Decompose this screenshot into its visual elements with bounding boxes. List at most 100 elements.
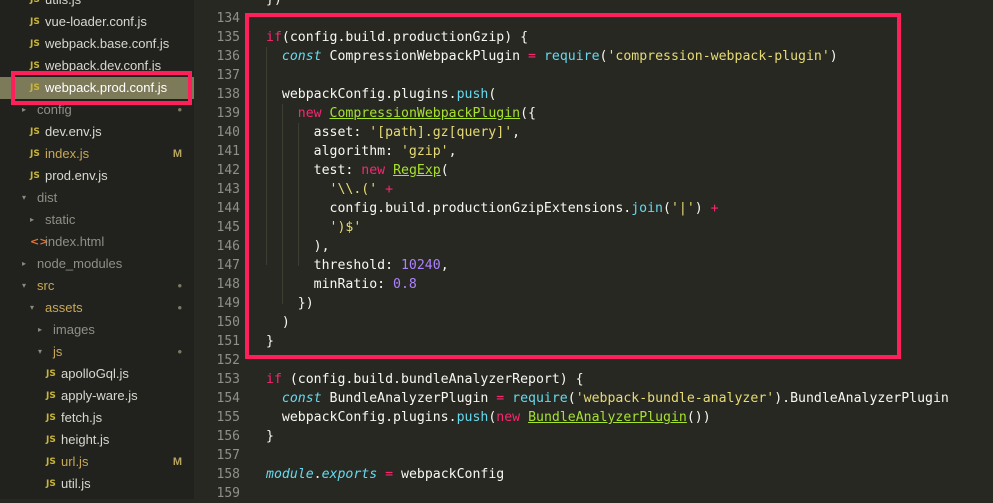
code-token: BundleAnalyzerPlugin <box>528 410 687 425</box>
sidebar-item-label: node_modules <box>37 256 123 271</box>
sidebar-item[interactable]: JS vue-loader.conf.js <box>0 11 194 33</box>
line-number: 147 <box>216 258 240 273</box>
js-file-icon: JS <box>30 17 40 27</box>
modified-dot: • <box>177 344 182 359</box>
code-token: (config.build.bundleAnalyzerReport) { <box>281 372 584 387</box>
js-file-icon: JS <box>46 413 56 423</box>
code-line: webpackConfig.plugins.push(new BundleAna… <box>266 408 711 427</box>
selected-file-highlight <box>11 71 192 105</box>
code-token: exports <box>321 467 378 482</box>
line-number: 139 <box>216 106 240 121</box>
line-number: 159 <box>216 486 240 501</box>
code-token: = <box>385 467 394 482</box>
sidebar-item[interactable]: ▸ node_modules <box>0 253 194 275</box>
sidebar-item-label: util.js <box>61 476 91 491</box>
code-token: } <box>266 429 274 444</box>
sidebar-item[interactable]: JS fetch.js <box>0 407 194 429</box>
line-number: 153 <box>216 372 240 387</box>
line-number: 144 <box>216 201 240 216</box>
sidebar-item[interactable]: JS index.js M <box>0 143 194 165</box>
sidebar-item-label: fetch.js <box>61 410 103 425</box>
line-number: 146 <box>216 239 240 254</box>
folder-expanded-icon: ▾ <box>38 347 43 356</box>
sidebar-item[interactable]: ▸ images <box>0 319 194 341</box>
line-number: 140 <box>216 125 240 140</box>
sidebar-item[interactable]: ▾ js • <box>0 341 194 363</box>
line-number: 145 <box>216 220 240 235</box>
modified-badge: M <box>172 456 182 468</box>
sidebar-item-label: height.js <box>61 432 110 447</box>
code-token: ).BundleAnalyzerPlugin <box>774 391 949 406</box>
modified-dot: • <box>177 300 182 315</box>
sidebar-item-label: src <box>37 278 55 293</box>
sidebar-item[interactable]: JS apply-ware.js <box>0 385 194 407</box>
code-block-highlight <box>245 13 901 359</box>
js-file-icon: JS <box>30 39 40 49</box>
sidebar-item[interactable]: JS url.js M <box>0 451 194 473</box>
sidebar-item[interactable]: ▾ src • <box>0 275 194 297</box>
code-token: module <box>266 467 314 482</box>
line-number: 154 <box>216 391 240 406</box>
sidebar-item-label: utils.js <box>45 0 81 11</box>
code-token: require <box>512 391 568 406</box>
sidebar-item-label: apolloGql.js <box>61 366 129 381</box>
code-token: BundleAnalyzerPlugin <box>321 391 497 406</box>
sidebar-item[interactable]: JS prod.env.js <box>0 165 194 187</box>
code-token: webpackConfig.plugins. <box>266 410 457 425</box>
js-file-icon: JS <box>30 171 40 181</box>
folder-collapsed-icon: ▸ <box>30 215 35 224</box>
line-number: 141 <box>216 144 240 159</box>
sidebar-item-label: index.js <box>45 146 90 161</box>
sidebar-item[interactable]: JS apolloGql.js <box>0 363 194 385</box>
line-number: 149 <box>216 296 240 311</box>
code-line: if (config.build.bundleAnalyzerReport) { <box>266 370 584 389</box>
line-number: 134 <box>216 11 240 26</box>
js-file-icon: JS <box>46 391 56 401</box>
file-tree-sidebar: JS utils.js JS vue-loader.conf.js JS webpack.… <box>0 0 194 499</box>
sidebar-item[interactable]: JS dev.env.js <box>0 121 194 143</box>
line-number: 150 <box>216 315 240 330</box>
modified-dot: • <box>177 278 182 293</box>
line-number: 138 <box>216 87 240 102</box>
sidebar-item-label: static <box>45 212 76 227</box>
modified-badge: M <box>172 148 182 160</box>
sidebar-item-label: apply-ware.js <box>61 388 138 403</box>
code-token: webpackConfig <box>393 467 505 482</box>
js-file-icon: JS <box>46 479 56 489</box>
sidebar-item[interactable]: ▸ static <box>0 209 194 231</box>
line-number: 135 <box>216 30 240 45</box>
line-number-gutter: 134 135 136 137 138 139 140 141 142 143 144 145 146 1… <box>194 0 250 501</box>
code-token: push <box>456 410 489 425</box>
line-number: 143 <box>216 182 240 197</box>
sidebar-item[interactable]: JS height.js <box>0 429 194 451</box>
code-line: module.exports = webpackConfig <box>266 465 504 484</box>
line-number: 158 <box>216 467 240 482</box>
sidebar-item[interactable]: JS util.js <box>0 473 194 495</box>
folder-collapsed-icon: ▸ <box>38 325 43 334</box>
sidebar-item[interactable]: <> index.html <box>0 231 194 253</box>
sidebar-item[interactable]: ▾ dist <box>0 187 194 209</box>
code-line: } <box>266 427 274 446</box>
line-number: 137 <box>216 68 240 83</box>
line-number: 136 <box>216 49 240 64</box>
sidebar-item[interactable]: ▾ assets • <box>0 297 194 319</box>
line-number: 155 <box>216 410 240 425</box>
line-number: 152 <box>216 353 240 368</box>
sidebar-item[interactable]: JS utils.js <box>0 0 194 11</box>
code-token: ( <box>567 391 576 406</box>
js-file-icon: JS <box>30 0 40 5</box>
sidebar-item-label: js <box>53 344 63 359</box>
code-token: new <box>496 410 521 425</box>
code-line: const BundleAnalyzerPlugin = require('we… <box>266 389 949 408</box>
sidebar-item-label: url.js <box>61 454 89 469</box>
js-file-icon: JS <box>46 369 56 379</box>
code-token: 'webpack-bundle-analyzer' <box>575 391 775 406</box>
code-token: const <box>281 391 322 406</box>
folder-expanded-icon: ▾ <box>22 193 27 202</box>
sidebar-item[interactable]: JS webpack.base.conf.js <box>0 33 194 55</box>
js-file-icon: JS <box>46 457 56 467</box>
code-editor[interactable]: })if(config.build.productionGzip) { cons… <box>245 0 993 499</box>
